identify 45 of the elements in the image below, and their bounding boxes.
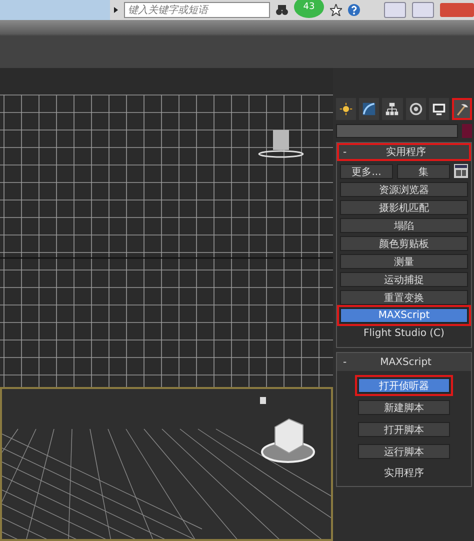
utilities-tab-icon bbox=[454, 102, 469, 116]
utility-button[interactable]: Flight Studio (C) bbox=[340, 326, 468, 341]
modify-tab-icon bbox=[362, 102, 376, 116]
star-icon[interactable] bbox=[330, 4, 342, 16]
panel-tab[interactable] bbox=[336, 98, 356, 120]
utility-button[interactable]: 运动捕捉 bbox=[340, 272, 468, 287]
utility-button[interactable]: 运行脚本 bbox=[358, 444, 450, 459]
search-field[interactable]: 键入关键字或短语 bbox=[124, 2, 270, 18]
utility-button[interactable]: 重置变换 bbox=[340, 290, 468, 305]
panel-tab[interactable] bbox=[428, 98, 449, 120]
panel-tab[interactable] bbox=[452, 98, 472, 120]
rollout-header[interactable]: - 实用程序 bbox=[337, 143, 471, 161]
create-tab-icon bbox=[339, 102, 354, 116]
utility-button[interactable]: MAXScript bbox=[340, 308, 468, 323]
utility-button[interactable]: 颜色剪贴板 bbox=[340, 236, 468, 251]
rollout-title: 实用程序 bbox=[384, 146, 427, 159]
help-icon[interactable] bbox=[348, 4, 360, 16]
utility-button[interactable]: 打开侦听器 bbox=[358, 378, 450, 393]
count-badge: 43 bbox=[294, 0, 324, 18]
utility-button[interactable]: 新建脚本 bbox=[358, 400, 450, 415]
color-swatch[interactable] bbox=[462, 124, 472, 138]
collapse-toggle[interactable]: - bbox=[343, 356, 347, 368]
rollout-title: MAXScript bbox=[379, 356, 432, 368]
maximize-button[interactable] bbox=[412, 2, 434, 18]
rollout-header[interactable]: - MAXScript bbox=[337, 353, 471, 371]
utility-button[interactable]: 摄影机匹配 bbox=[340, 200, 468, 215]
section-label: 实用程序 bbox=[383, 466, 425, 480]
name-field[interactable] bbox=[336, 124, 458, 138]
tool-button[interactable]: 更多... bbox=[340, 164, 393, 179]
tool-button[interactable]: 集 bbox=[397, 164, 450, 179]
utility-button[interactable]: 资源浏览器 bbox=[340, 182, 468, 197]
utility-button[interactable]: 测量 bbox=[340, 254, 468, 269]
minimize-button[interactable] bbox=[384, 2, 406, 18]
motion-tab-icon bbox=[408, 102, 423, 116]
utility-button[interactable]: 塌陷 bbox=[340, 218, 468, 233]
binoculars-icon[interactable] bbox=[276, 4, 288, 16]
display-tab-icon bbox=[432, 102, 446, 116]
panel-tab[interactable] bbox=[359, 98, 380, 120]
collapse-toggle[interactable]: - bbox=[343, 146, 347, 158]
panel-tab[interactable] bbox=[406, 98, 426, 120]
set-list-icon[interactable] bbox=[454, 164, 468, 178]
panel-tab[interactable] bbox=[382, 98, 403, 120]
hierarchy-tab-icon bbox=[385, 102, 400, 116]
utility-button[interactable]: 打开脚本 bbox=[358, 422, 450, 437]
expand-icon[interactable] bbox=[114, 7, 118, 13]
